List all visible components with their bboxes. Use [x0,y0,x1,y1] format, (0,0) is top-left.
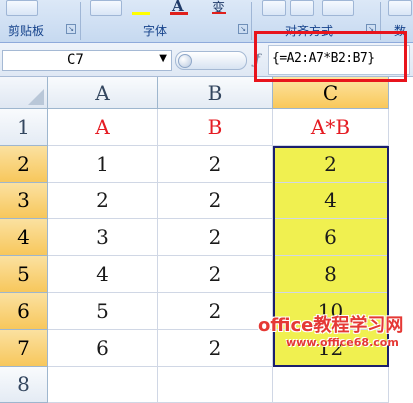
cell-b7[interactable]: 2 [158,329,273,367]
orientation-button[interactable] [322,0,354,16]
font-color-bar [170,12,188,15]
column-header-a[interactable]: A [48,77,158,109]
cell-a6[interactable]: 5 [48,293,158,330]
group-label-font: 字体 [143,24,168,38]
cell-a4[interactable]: 3 [48,219,158,257]
cell-a5[interactable]: 4 [48,256,158,293]
cell-c5[interactable]: 8 [273,256,389,293]
row-header-4[interactable]: 4 [0,219,48,257]
ribbon-button[interactable] [90,0,122,16]
row-header-5[interactable]: 5 [0,256,48,293]
row-header-3[interactable]: 3 [0,182,48,220]
cell-c3[interactable]: 4 [273,182,389,220]
formula-bar-handle[interactable] [175,51,247,70]
number-format-button[interactable] [388,0,412,16]
cell-b1[interactable]: B [158,109,273,146]
formula-input[interactable]: {=A2:A7*B2:B7} [268,45,410,75]
group-label-number: 数 [394,24,407,38]
align-center-button[interactable] [290,0,314,16]
cell-c4[interactable]: 6 [273,219,389,257]
highlight-button[interactable] [128,0,158,16]
cell-b5[interactable]: 2 [158,256,273,293]
row-header-2[interactable]: 2 [0,145,48,183]
cell-b3[interactable]: 2 [158,182,273,220]
cell-c2[interactable]: 2 [273,145,389,183]
divider [80,2,81,40]
formula-bar: C7 ▼ fx ƒ {=A2:A7*B2:B7} [0,43,413,77]
watermark-title: office教程学习网 [258,315,404,336]
cell-b6[interactable]: 2 [158,293,273,330]
watermark-url: www.office68.com [286,336,399,349]
formula-text: {=A2:A7*B2:B7} [272,51,375,66]
chevron-down-icon[interactable]: ▼ [159,53,167,64]
cell-c8[interactable] [273,366,389,403]
cell-b4[interactable]: 2 [158,219,273,257]
name-box-value: C7 [67,52,84,68]
divider [380,2,381,40]
row-header-8[interactable]: 8 [0,366,48,403]
column-header-c[interactable]: C [273,77,389,109]
font-launcher-icon[interactable]: ↘ [238,24,248,34]
cell-a8[interactable] [48,366,158,403]
phonetic-bar [212,12,226,14]
cell-a1[interactable]: A [48,109,158,146]
group-label-clipboard: 剪贴板 [8,24,45,38]
ribbon-button[interactable] [6,0,38,16]
cell-a3[interactable]: 2 [48,182,158,220]
ribbon: A 变 剪贴板 ↘ 字体 ↘ 对齐方式 ↘ 数 [0,0,413,43]
cell-a7[interactable]: 6 [48,329,158,367]
row-header-6[interactable]: 6 [0,293,48,330]
alignment-launcher-icon[interactable]: ↘ [366,24,376,34]
select-all-icon [28,89,44,105]
cell-b2[interactable]: 2 [158,145,273,183]
group-label-alignment: 对齐方式 [285,24,334,38]
name-box[interactable]: C7 ▼ [2,50,172,71]
handle-knob-icon [178,54,192,68]
divider [251,2,252,40]
cell-c1[interactable]: A*B [273,109,389,146]
cell-b8[interactable] [158,366,273,403]
row-header-7[interactable]: 7 [0,329,48,367]
select-all-corner[interactable] [0,77,48,109]
column-header-b[interactable]: B [158,77,273,109]
cell-a2[interactable]: 1 [48,145,158,183]
insert-function-glyph-icon[interactable]: ƒ [254,52,260,68]
row-header-1[interactable]: 1 [0,109,48,146]
align-left-button[interactable] [262,0,286,16]
clipboard-launcher-icon[interactable]: ↘ [66,24,76,34]
